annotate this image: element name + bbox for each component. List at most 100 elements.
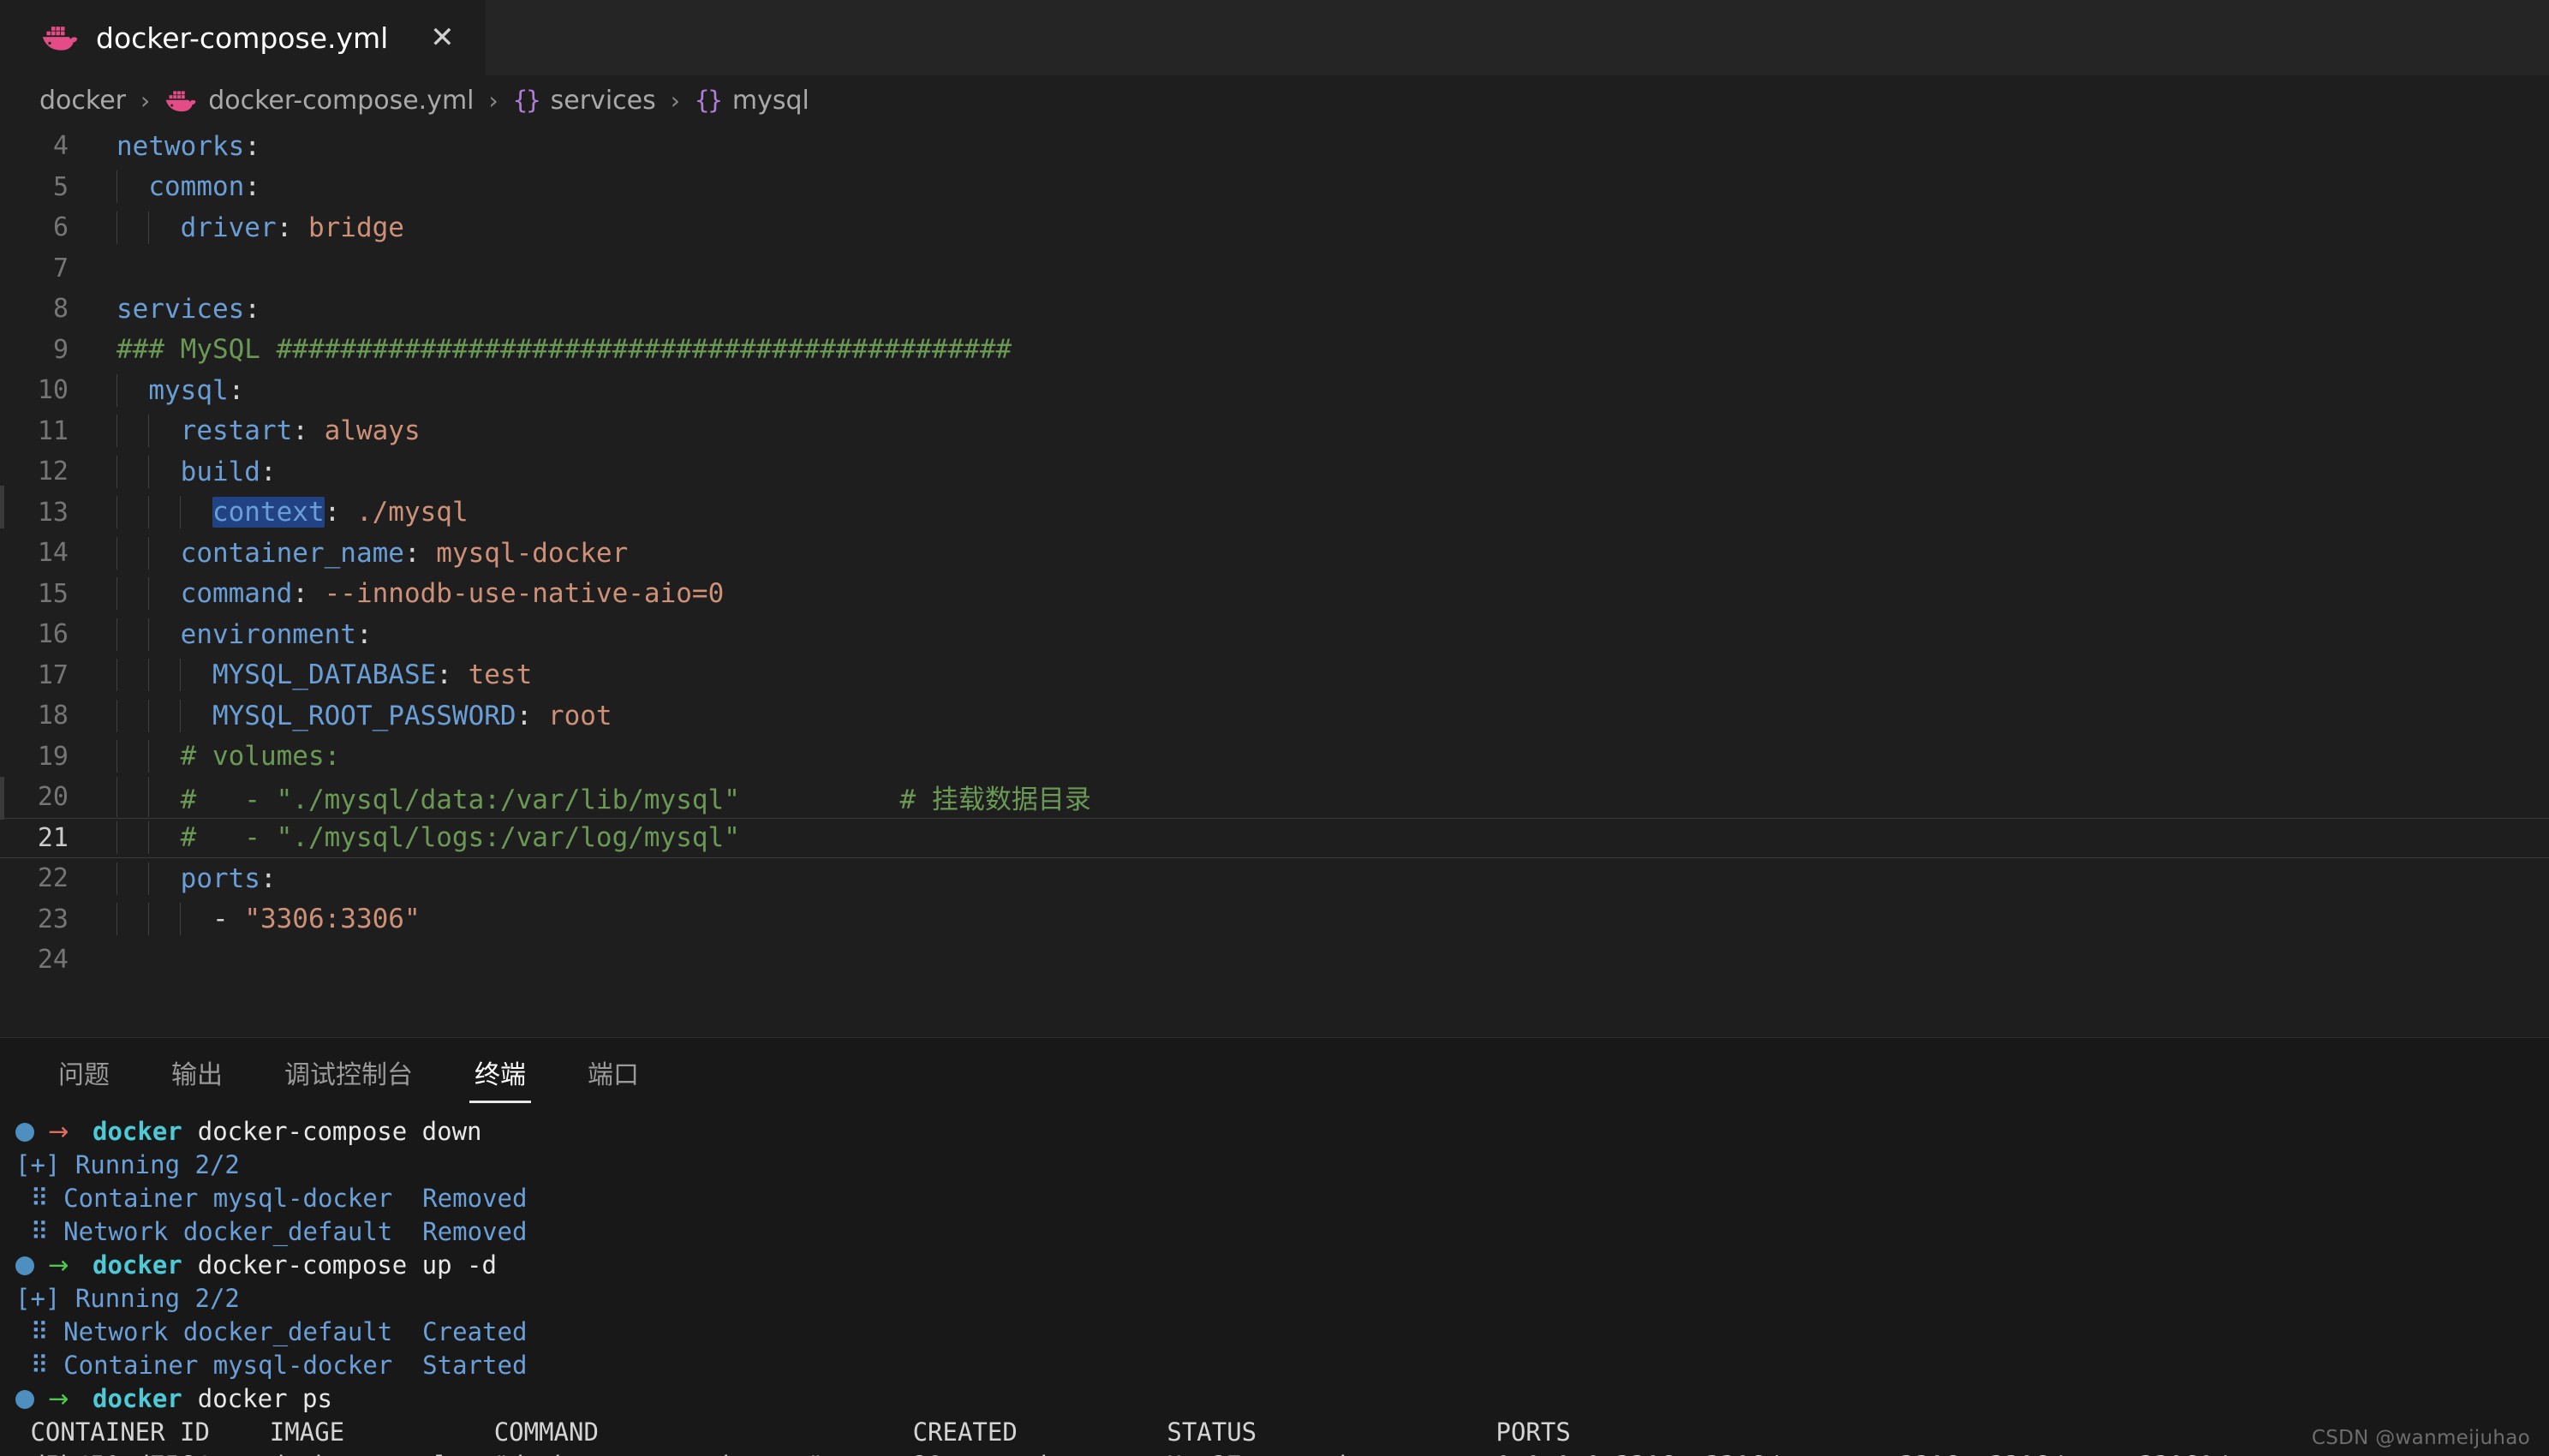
close-icon[interactable]: ✕ xyxy=(427,23,457,52)
code-token xyxy=(116,497,212,528)
line-number: 16 xyxy=(0,619,93,649)
line-number: 19 xyxy=(0,742,93,772)
terminal-command-text: docker-compose down xyxy=(198,1115,482,1149)
line-number: 8 xyxy=(0,294,93,324)
indent-guide xyxy=(148,740,149,773)
breadcrumb-label: mysql xyxy=(732,86,809,116)
terminal-prompt-line[interactable]: →dockerdocker ps xyxy=(0,1382,2549,1416)
indent-guide xyxy=(116,212,117,244)
docker-whale-icon xyxy=(164,88,197,113)
breadcrumb-item-mysql[interactable]: {} mysql xyxy=(695,86,809,116)
indent-guide xyxy=(148,659,149,691)
panel-tab-0[interactable]: 问题 xyxy=(38,1053,130,1103)
code-line[interactable]: 13 context: ./mysql xyxy=(0,492,2549,534)
code-text: common: xyxy=(93,171,260,202)
panel-tab-3[interactable]: 终端 xyxy=(454,1053,546,1103)
code-line[interactable]: 9### MySQL #############################… xyxy=(0,330,2549,371)
code-token: ### MySQL ##############################… xyxy=(116,334,1012,365)
code-line[interactable]: 6 driver: bridge xyxy=(0,207,2549,248)
prompt-status-dot-icon xyxy=(15,1390,34,1409)
indent-guide xyxy=(116,862,117,895)
code-token: networks xyxy=(116,131,244,162)
code-line[interactable]: 22 ports: xyxy=(0,858,2549,899)
code-text: driver: bridge xyxy=(93,212,404,243)
breadcrumb-item-folder[interactable]: docker xyxy=(39,86,126,116)
code-token: : xyxy=(292,578,324,609)
line-number: 15 xyxy=(0,579,93,609)
code-token: : xyxy=(244,171,260,202)
code-token: services xyxy=(116,294,244,325)
code-token: : xyxy=(260,863,277,894)
panel-tab-bar: 问题输出调试控制台终端端口 xyxy=(0,1038,2549,1103)
line-number: 10 xyxy=(0,375,93,405)
line-number: 7 xyxy=(0,254,93,283)
code-line[interactable]: 7 xyxy=(0,248,2549,289)
code-text: # volumes: xyxy=(93,741,340,772)
docker-ps-header-row: CONTAINER ID IMAGE COMMAND CREATED STATU… xyxy=(0,1416,2549,1449)
code-line[interactable]: 19 # volumes: xyxy=(0,737,2549,778)
code-line[interactable]: 12 build: xyxy=(0,451,2549,492)
breadcrumb-label: docker-compose.yml xyxy=(208,86,474,116)
indent-guide xyxy=(116,537,117,570)
code-line[interactable]: 15 command: --innodb-use-native-aio=0 xyxy=(0,574,2549,615)
code-line[interactable]: 18 MYSQL_ROOT_PASSWORD: root xyxy=(0,695,2549,737)
prompt-directory: docker xyxy=(93,1115,182,1149)
code-token: --innodb-use-native-aio=0 xyxy=(325,578,725,609)
code-lines: 4networks:5 common:6 driver: bridge 7 8 se… xyxy=(0,126,2549,981)
breadcrumb-separator: › xyxy=(656,87,695,115)
indent-guide xyxy=(116,903,117,935)
code-line[interactable]: 21 # - "./mysql/logs:/var/log/mysql" xyxy=(0,818,2549,859)
terminal-prompt-line[interactable]: →dockerdocker-compose down xyxy=(0,1115,2549,1149)
breadcrumb-item-services[interactable]: {} services xyxy=(513,86,656,116)
terminal-output-line: ⠿ Container mysql-docker Started xyxy=(0,1349,2549,1382)
code-line[interactable]: 8 services: xyxy=(0,289,2549,330)
code-token: : xyxy=(277,212,308,243)
code-text xyxy=(93,945,133,976)
breadcrumb: docker › docker-compose.yml › { xyxy=(0,75,2549,126)
docker-whale-icon xyxy=(41,23,79,52)
code-line[interactable]: 17 MYSQL_DATABASE: test xyxy=(0,655,2549,696)
panel-tab-1[interactable]: 输出 xyxy=(151,1053,243,1103)
prompt-arrow-icon: → xyxy=(48,1387,74,1411)
code-text: container_name: mysql-docker xyxy=(93,538,628,569)
indent-guide xyxy=(116,577,117,610)
terminal-command-text: docker ps xyxy=(198,1382,332,1416)
prompt-status-dot-icon xyxy=(15,1256,34,1275)
code-line[interactable]: 24 xyxy=(0,940,2549,981)
code-line[interactable]: 4networks: xyxy=(0,126,2549,167)
code-line[interactable]: 10 mysql: xyxy=(0,370,2549,411)
panel-tab-4[interactable]: 端口 xyxy=(567,1053,660,1103)
code-token: : xyxy=(260,456,277,487)
line-number: 24 xyxy=(0,945,93,975)
code-text: MYSQL_DATABASE: test xyxy=(93,659,532,690)
line-number: 23 xyxy=(0,904,93,934)
terminal-output[interactable]: → docker docker-compose down[+] Running 2/… xyxy=(0,1103,2549,1456)
code-token: restart xyxy=(116,415,292,446)
code-token: command xyxy=(116,578,292,609)
code-line[interactable]: 16 environment: xyxy=(0,614,2549,655)
code-line[interactable]: 20 # - "./mysql/data:/var/lib/mysql" # 挂… xyxy=(0,777,2549,818)
indent-guide xyxy=(148,456,149,488)
code-line[interactable]: 11 restart: always xyxy=(0,411,2549,452)
line-number: 13 xyxy=(0,498,93,528)
terminal-prompt-line[interactable]: →dockerdocker-compose up -d xyxy=(0,1249,2549,1282)
code-token: : xyxy=(244,131,260,162)
code-line[interactable]: 5 common: xyxy=(0,167,2549,208)
code-line[interactable]: 14 container_name: mysql-docker xyxy=(0,533,2549,574)
breadcrumb-item-file[interactable]: docker-compose.yml xyxy=(164,86,474,116)
code-editor[interactable]: 4networks:5 common:6 driver: bridge 7 8 se… xyxy=(0,126,2549,1037)
code-token: test xyxy=(469,659,533,690)
indent-guide xyxy=(116,170,117,203)
prompt-directory: docker xyxy=(93,1249,182,1282)
code-token: : xyxy=(292,415,324,446)
terminal-output-line: [+] Running 2/2 xyxy=(0,1149,2549,1182)
editor-tab-bar: docker-compose.yml ✕ xyxy=(0,0,2549,75)
indent-guide xyxy=(116,456,117,488)
code-token: : xyxy=(244,294,260,325)
editor-tab-docker-compose[interactable]: docker-compose.yml ✕ xyxy=(0,0,486,75)
indent-guide xyxy=(148,821,149,854)
code-text: command: --innodb-use-native-aio=0 xyxy=(93,578,724,609)
watermark: CSDN @wanmeijuhao xyxy=(2312,1427,2530,1449)
code-line[interactable]: 23 - "3306:3306" xyxy=(0,899,2549,940)
panel-tab-2[interactable]: 调试控制台 xyxy=(264,1053,433,1103)
